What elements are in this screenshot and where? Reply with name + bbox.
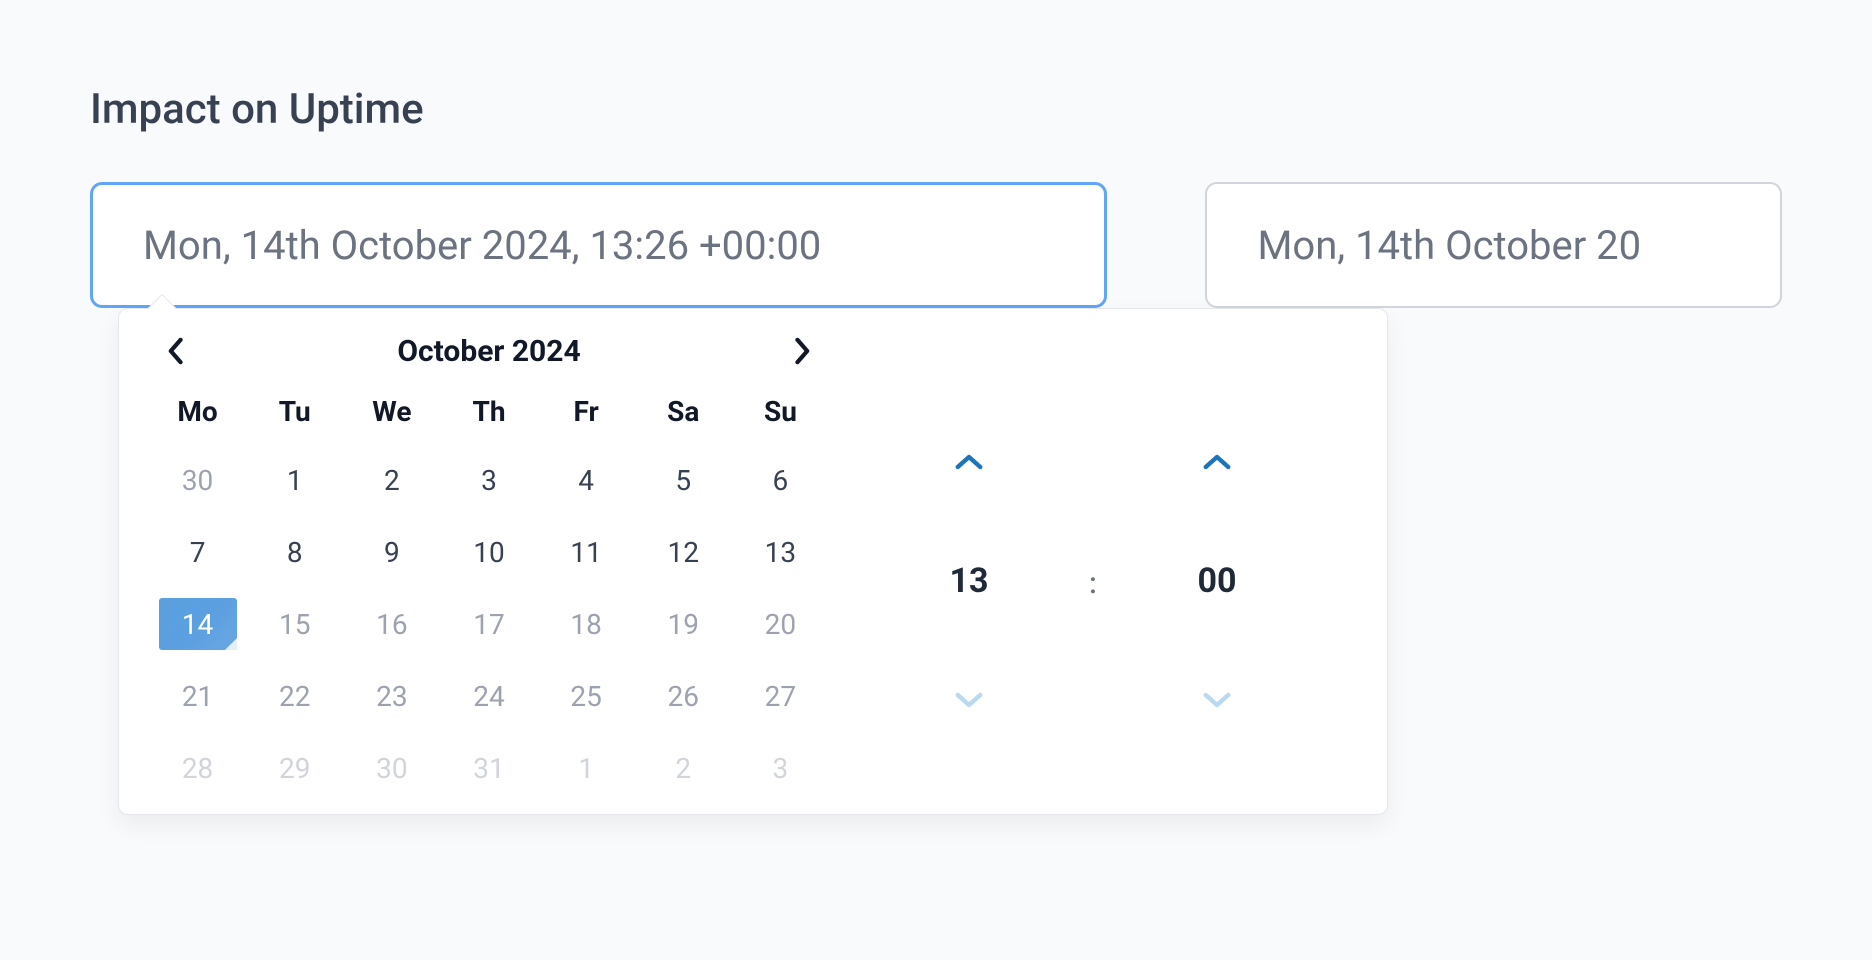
- calendar-day[interactable]: 3: [440, 444, 537, 516]
- calendar-day[interactable]: 8: [246, 516, 343, 588]
- calendar-day[interactable]: 25: [538, 660, 635, 732]
- section-title: Impact on Uptime: [90, 85, 1782, 134]
- calendar-weekday: We: [343, 381, 440, 444]
- calendar-day[interactable]: 5: [635, 444, 732, 516]
- minute-spinner: 00: [1197, 447, 1237, 715]
- chevron-right-icon: [794, 337, 812, 365]
- calendar-day[interactable]: 26: [635, 660, 732, 732]
- minute-value[interactable]: 00: [1197, 561, 1236, 601]
- calendar-day[interactable]: 29: [246, 732, 343, 804]
- calendar-day[interactable]: 7: [149, 516, 246, 588]
- calendar-day[interactable]: 27: [732, 660, 829, 732]
- calendar-day[interactable]: 4: [538, 444, 635, 516]
- next-month-button[interactable]: [783, 331, 823, 371]
- date-range-inputs: Mon, 14th October 2024, 13:26 +00:00 Mon…: [90, 182, 1782, 308]
- calendar-day[interactable]: 11: [538, 516, 635, 588]
- calendar-weekday: Su: [732, 381, 829, 444]
- chevron-down-icon: [954, 691, 984, 709]
- minute-up-button[interactable]: [1197, 447, 1237, 477]
- calendar: October 2024 MoTuWeThFrSaSu3012345678910…: [149, 327, 829, 804]
- calendar-day[interactable]: 1: [538, 732, 635, 804]
- hour-spinner: 13: [949, 447, 989, 715]
- start-datetime-input[interactable]: Mon, 14th October 2024, 13:26 +00:00: [90, 182, 1107, 308]
- calendar-day[interactable]: 14: [149, 588, 246, 660]
- calendar-day[interactable]: 21: [149, 660, 246, 732]
- calendar-day[interactable]: 16: [343, 588, 440, 660]
- calendar-weekday: Fr: [538, 381, 635, 444]
- chevron-down-icon: [1202, 691, 1232, 709]
- prev-month-button[interactable]: [155, 331, 195, 371]
- datetime-picker: October 2024 MoTuWeThFrSaSu3012345678910…: [118, 308, 1388, 815]
- time-panel: 13 : 00: [829, 327, 1357, 804]
- hour-down-button[interactable]: [949, 685, 989, 715]
- calendar-day[interactable]: 9: [343, 516, 440, 588]
- calendar-day[interactable]: 2: [635, 732, 732, 804]
- calendar-day[interactable]: 23: [343, 660, 440, 732]
- calendar-weekday: Tu: [246, 381, 343, 444]
- chevron-left-icon: [166, 337, 184, 365]
- calendar-weekday: Sa: [635, 381, 732, 444]
- end-datetime-value: Mon, 14th October 20: [1257, 222, 1641, 269]
- calendar-day[interactable]: 1: [246, 444, 343, 516]
- calendar-day[interactable]: 13: [732, 516, 829, 588]
- chevron-up-icon: [954, 453, 984, 471]
- time-separator: :: [1089, 566, 1097, 601]
- calendar-day[interactable]: 3: [732, 732, 829, 804]
- calendar-day[interactable]: 6: [732, 444, 829, 516]
- calendar-day[interactable]: 30: [343, 732, 440, 804]
- start-datetime-value: Mon, 14th October 2024, 13:26 +00:00: [143, 222, 821, 269]
- calendar-weekday: Th: [440, 381, 537, 444]
- calendar-day[interactable]: 10: [440, 516, 537, 588]
- calendar-day[interactable]: 31: [440, 732, 537, 804]
- calendar-day[interactable]: 17: [440, 588, 537, 660]
- chevron-up-icon: [1202, 453, 1232, 471]
- calendar-day[interactable]: 24: [440, 660, 537, 732]
- calendar-day[interactable]: 28: [149, 732, 246, 804]
- calendar-day[interactable]: 22: [246, 660, 343, 732]
- calendar-day[interactable]: 2: [343, 444, 440, 516]
- calendar-day[interactable]: 15: [246, 588, 343, 660]
- calendar-header: October 2024: [149, 327, 829, 381]
- calendar-day[interactable]: 20: [732, 588, 829, 660]
- calendar-day[interactable]: 18: [538, 588, 635, 660]
- calendar-day[interactable]: 30: [149, 444, 246, 516]
- calendar-month-label: October 2024: [397, 334, 580, 369]
- calendar-day[interactable]: 19: [635, 588, 732, 660]
- minute-down-button[interactable]: [1197, 685, 1237, 715]
- hour-value[interactable]: 13: [950, 561, 989, 601]
- calendar-grid: MoTuWeThFrSaSu30123456789101112131415161…: [149, 381, 829, 804]
- calendar-day[interactable]: 12: [635, 516, 732, 588]
- calendar-weekday: Mo: [149, 381, 246, 444]
- hour-up-button[interactable]: [949, 447, 989, 477]
- end-datetime-input[interactable]: Mon, 14th October 20: [1205, 182, 1782, 308]
